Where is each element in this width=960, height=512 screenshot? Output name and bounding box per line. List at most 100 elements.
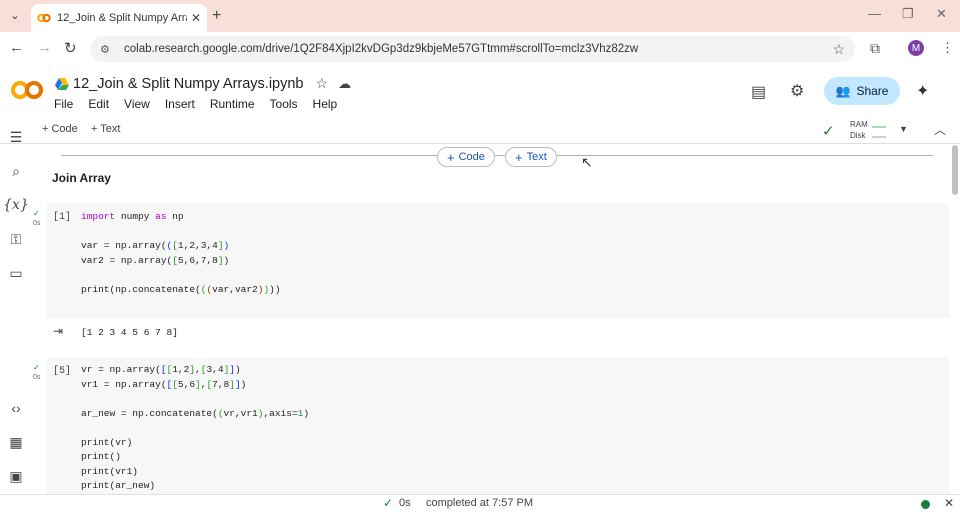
- code-line: vr = np.array([[1,2],[3,4]]): [81, 364, 241, 375]
- address-bar[interactable]: ⚙ colab.research.google.com/drive/1Q2F84…: [90, 36, 855, 62]
- resources-indicator[interactable]: RAM Disk: [850, 119, 868, 141]
- cloud-saved-icon[interactable]: ☁: [338, 76, 351, 92]
- status-message[interactable]: completed at 7:57 PM: [426, 497, 533, 509]
- colab-favicon-icon: [37, 11, 51, 25]
- execution-count: [5]: [53, 366, 72, 377]
- menu-insert[interactable]: Insert: [165, 97, 195, 111]
- menu-edit[interactable]: Edit: [88, 97, 109, 111]
- tab-title: 12_Join & Split Numpy Arrays.ip: [57, 12, 187, 24]
- tab-close-icon[interactable]: ✕: [191, 11, 201, 25]
- code-line: print(vr1): [81, 465, 139, 477]
- scrollbar-track[interactable]: [950, 145, 960, 494]
- ram-bar: [872, 126, 886, 128]
- status-bar: ✓ 0s completed at 7:57 PM ✕: [0, 494, 960, 512]
- share-label: Share: [856, 84, 889, 98]
- bookmark-star-icon[interactable]: ☆: [832, 41, 845, 58]
- runtime-connected-check-icon: ✓: [822, 123, 835, 140]
- cell-run-time: 0s: [33, 374, 41, 381]
- tab-search-chevron-icon[interactable]: ⌄: [6, 6, 24, 24]
- star-icon[interactable]: ☆: [316, 75, 329, 92]
- code-editor[interactable]: vr = np.array([[1,2],[3,4]]) vr1 = np.ar…: [81, 363, 309, 494]
- cell-divider: [61, 155, 933, 156]
- gemini-sparkle-icon[interactable]: ✦: [916, 81, 929, 101]
- minimize-button[interactable]: —: [868, 6, 881, 21]
- cell-run-status[interactable]: ✓ 0s: [33, 363, 40, 382]
- code-line: print(): [81, 451, 121, 462]
- reload-icon[interactable]: ↻: [64, 39, 77, 57]
- menu-runtime[interactable]: Runtime: [210, 97, 255, 111]
- notebook-title[interactable]: 12_Join & Split Numpy Arrays.ipynb: [73, 76, 304, 92]
- notebook-title-row: 12_Join & Split Numpy Arrays.ipynb ☆ ☁: [55, 75, 351, 92]
- runtime-dropdown-icon[interactable]: ▼: [899, 124, 908, 134]
- site-info-icon[interactable]: ⚙: [100, 43, 114, 56]
- menu-file[interactable]: File: [54, 97, 73, 111]
- window-close-button[interactable]: ✕: [936, 6, 947, 22]
- code-line: import numpy as np: [81, 211, 184, 222]
- add-text-cell-button[interactable]: + Text: [91, 123, 120, 135]
- code-line: var2 = np.array([5,6,7,8]): [81, 254, 230, 266]
- notebook-area: + Code + Text Join Array ✓ 0s [1] import …: [31, 145, 949, 494]
- notebook-toolbar: + Code + Text: [0, 118, 960, 144]
- extensions-puzzle-icon[interactable]: ⧉: [870, 40, 880, 57]
- drive-icon: [55, 77, 69, 90]
- colab-logo[interactable]: [11, 80, 43, 100]
- collapse-header-chevron-icon[interactable]: ︿: [934, 121, 946, 138]
- disk-label: Disk: [850, 131, 866, 140]
- status-check-icon: ✓: [383, 496, 394, 510]
- settings-gear-icon[interactable]: ⚙: [790, 81, 804, 101]
- execution-count: [1]: [53, 212, 72, 223]
- url-text: colab.research.google.com/drive/1Q2F84Xj…: [124, 43, 639, 55]
- variables-icon[interactable]: {x}: [3, 196, 29, 214]
- scrollbar-thumb[interactable]: [952, 145, 958, 195]
- forward-arrow-icon[interactable]: →: [37, 39, 52, 56]
- code-line: ar_new = np.concatenate((vr,vr1),axis=1): [81, 407, 310, 419]
- restore-button[interactable]: ❐: [902, 6, 914, 22]
- connection-dot-icon: [921, 500, 930, 509]
- code-snippets-icon[interactable]: ‹›: [7, 399, 25, 417]
- insert-code-pill[interactable]: + Code: [437, 147, 495, 167]
- plus-icon: +: [447, 149, 455, 165]
- section-heading: Join Array: [52, 171, 111, 185]
- insert-text-label: Text: [526, 151, 547, 163]
- code-line: vr1 = np.array([[5,6],[7,8]]): [81, 378, 247, 390]
- people-icon: 👥: [835, 84, 851, 98]
- output-text: [1 2 3 4 5 6 7 8]: [81, 327, 178, 338]
- find-replace-icon[interactable]: ⌕: [7, 162, 25, 180]
- disk-bar: [872, 136, 886, 138]
- back-arrow-icon[interactable]: ←: [9, 39, 24, 56]
- code-editor[interactable]: import numpy as np var = np.array(([1,2,…: [81, 210, 281, 297]
- code-line: var = np.array(([1,2,3,4]): [81, 240, 230, 251]
- secrets-key-icon[interactable]: ⚿: [7, 230, 25, 248]
- insert-text-pill[interactable]: + Text: [505, 147, 557, 167]
- status-close-icon[interactable]: ✕: [944, 496, 954, 510]
- add-code-cell-button[interactable]: + Code: [42, 123, 78, 135]
- code-line: print(np.concatenate(((var,var2)))): [81, 283, 281, 295]
- browser-tab-strip: ⌄ 12_Join & Split Numpy Arrays.ip ✕ + — …: [0, 0, 960, 32]
- insert-code-label: Code: [458, 151, 485, 163]
- files-folder-icon[interactable]: ▭: [7, 264, 25, 282]
- cell-run-status[interactable]: ✓ 0s: [33, 209, 40, 228]
- terminal-icon[interactable]: ▣: [7, 467, 25, 485]
- menu-tools[interactable]: Tools: [270, 97, 298, 111]
- new-tab-button[interactable]: +: [212, 7, 221, 25]
- browser-toolbar: ← → ↻ ⚙ colab.research.google.com/drive/…: [0, 32, 960, 65]
- code-line: print(ar_new): [81, 480, 156, 491]
- output-actions-icon[interactable]: ⇥: [53, 324, 63, 338]
- ram-label: RAM: [850, 120, 868, 129]
- browser-menu-icon[interactable]: ⋮: [941, 40, 954, 56]
- profile-avatar[interactable]: M: [908, 40, 924, 56]
- cell-run-time: 0s: [33, 220, 41, 227]
- menu-bar: File Edit View Insert Runtime Tools Help: [54, 97, 352, 111]
- plus-icon: +: [515, 149, 523, 165]
- status-seconds: 0s: [399, 497, 411, 509]
- table-of-contents-icon[interactable]: ☰: [7, 128, 25, 146]
- menu-help[interactable]: Help: [313, 97, 338, 111]
- browser-tab-active[interactable]: 12_Join & Split Numpy Arrays.ip ✕: [31, 4, 207, 32]
- share-button[interactable]: 👥 Share: [824, 77, 900, 105]
- code-line: print(vr): [81, 436, 133, 448]
- mouse-cursor-icon: ↖: [581, 154, 593, 170]
- cell-output: [47, 318, 949, 354]
- menu-view[interactable]: View: [124, 97, 150, 111]
- command-palette-icon[interactable]: ▦: [7, 433, 25, 451]
- comments-icon[interactable]: ▤: [751, 82, 766, 102]
